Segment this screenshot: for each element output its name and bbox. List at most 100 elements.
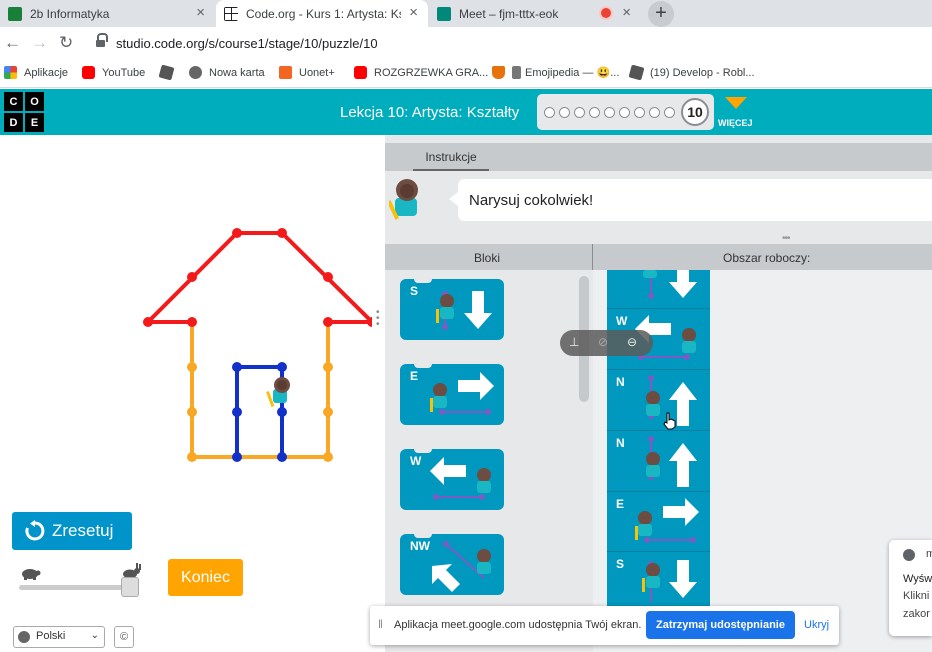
bookmark-develop[interactable]: (19) Develop - Robl... bbox=[628, 64, 755, 81]
tab-classroom[interactable]: 2b Informatyka × bbox=[0, 0, 215, 27]
arrow-left-icon bbox=[430, 457, 491, 500]
program-block-south[interactable] bbox=[607, 270, 710, 308]
bookmark-rozgrzewka[interactable]: ROZGRZEWKA GRA... bbox=[354, 66, 488, 79]
tab-codeorg[interactable]: Code.org - Kurs 1: Artysta: Kształ × bbox=[216, 0, 428, 27]
tab-title: Code.org - Kurs 1: Artysta: Kształ bbox=[246, 6, 401, 21]
program-block-south[interactable]: S bbox=[607, 552, 710, 606]
close-icon[interactable]: × bbox=[622, 4, 631, 21]
bookmark-label: Uonet+ bbox=[299, 66, 335, 79]
uonet-icon bbox=[279, 66, 292, 79]
address-bar: ← → ↻ studio.code.org/s/course1/stage/10… bbox=[0, 27, 932, 61]
chrome-notification[interactable]: m Wyśw Klikni zakor bbox=[889, 540, 932, 636]
reset-icon bbox=[25, 520, 45, 541]
speed-slider-thumb[interactable] bbox=[121, 577, 139, 597]
more-label[interactable]: WIĘCEJ bbox=[718, 118, 753, 128]
workspace-header bbox=[385, 244, 932, 270]
program-block-north[interactable]: N bbox=[607, 431, 710, 491]
arrow-up-icon bbox=[646, 375, 697, 426]
classroom-icon bbox=[8, 6, 22, 21]
back-icon[interactable]: ← bbox=[4, 33, 21, 53]
arrow-right-icon bbox=[430, 372, 494, 415]
finish-button[interactable]: Koniec bbox=[168, 559, 243, 596]
red-roof-lines bbox=[143, 231, 377, 324]
tab-meet[interactable]: Meet – fjm-tttx-eok × bbox=[429, 0, 641, 27]
notification-body: zakor bbox=[903, 608, 930, 620]
artist-avatar-icon bbox=[389, 179, 418, 220]
tab-title: 2b Informatyka bbox=[30, 6, 110, 21]
speed-slider[interactable] bbox=[19, 585, 137, 590]
bookmark-emojipedia[interactable]: Emojipedia — 😃... bbox=[512, 66, 619, 79]
resize-dots[interactable]: ••• bbox=[782, 233, 790, 244]
drag-handle-icon[interactable]: ‖ bbox=[378, 617, 383, 631]
block-west[interactable]: W bbox=[400, 448, 504, 510]
block-northwest[interactable]: NW bbox=[400, 533, 504, 595]
share-message: Aplikacja meet.google.com udostępnia Twó… bbox=[394, 619, 642, 631]
bookmark-shield[interactable] bbox=[492, 66, 512, 79]
chrome-icon bbox=[903, 549, 915, 561]
recording-icon bbox=[601, 8, 611, 18]
artist-canvas bbox=[12, 147, 377, 505]
program-block-north[interactable]: N bbox=[607, 370, 710, 430]
stop-sharing-button[interactable]: Zatrzymaj udostępnianie bbox=[646, 611, 795, 639]
close-icon[interactable]: × bbox=[409, 4, 418, 21]
bookmarks-bar: Aplikacje YouTube Nowa karta Uonet+ ROZG… bbox=[0, 61, 932, 88]
puzzle-dot[interactable] bbox=[544, 107, 555, 118]
current-puzzle-bubble[interactable]: 10 bbox=[681, 98, 709, 126]
new-tab-button[interactable]: + bbox=[648, 1, 674, 27]
youtube-icon bbox=[82, 66, 95, 79]
puzzle-dot[interactable] bbox=[664, 107, 675, 118]
orange-walls-lines bbox=[190, 322, 330, 459]
url-field[interactable]: studio.code.org/s/course1/stage/10/puzzl… bbox=[116, 36, 378, 51]
forward-icon[interactable]: → bbox=[31, 33, 48, 53]
hide-button[interactable]: Ukryj bbox=[804, 619, 829, 631]
reset-button[interactable]: Zresetuj bbox=[12, 512, 132, 550]
reset-label: Zresetuj bbox=[52, 521, 114, 540]
pin-icon[interactable]: ⊥ bbox=[569, 335, 579, 349]
chevron-down-icon: ⌄ bbox=[90, 630, 99, 641]
codeorg-logo[interactable]: C O D E bbox=[4, 92, 44, 132]
puzzle-dot[interactable] bbox=[574, 107, 585, 118]
bookmark-label: Emojipedia — 😃... bbox=[525, 67, 620, 79]
block-east[interactable]: E bbox=[400, 363, 504, 425]
logo-letter: C bbox=[4, 92, 23, 111]
youtube-icon bbox=[354, 66, 367, 79]
reload-icon[interactable]: ↻ bbox=[59, 33, 73, 53]
browser-tab-bar: 2b Informatyka × Code.org - Kurs 1: Arty… bbox=[0, 0, 932, 27]
close-icon[interactable]: × bbox=[196, 4, 205, 21]
hide-self-icon[interactable]: ⊘ bbox=[598, 335, 608, 349]
puzzle-dot[interactable] bbox=[649, 107, 660, 118]
bookmark-roblox[interactable] bbox=[158, 64, 180, 81]
lesson-title[interactable]: Lekcja 10: Artysta: Kształty bbox=[340, 104, 519, 121]
arrow-right-icon bbox=[635, 498, 699, 543]
tab-title: Meet – fjm-tttx-eok bbox=[459, 6, 559, 21]
puzzle-dot[interactable] bbox=[604, 107, 615, 118]
arrow-up-left-icon bbox=[432, 541, 491, 592]
copyright-button[interactable]: © bbox=[114, 626, 134, 648]
bookmark-new-tab[interactable]: Nowa karta bbox=[189, 66, 265, 79]
orange-vertices bbox=[187, 362, 333, 462]
program-block-east[interactable]: E bbox=[607, 492, 710, 552]
instruction-bubble: Narysuj cokolwiek! bbox=[449, 179, 932, 221]
globe-icon bbox=[189, 66, 202, 79]
roblox-icon bbox=[628, 64, 645, 81]
puzzle-dot[interactable] bbox=[634, 107, 645, 118]
language-value: Polski bbox=[36, 630, 66, 642]
notification-title: Wyśw bbox=[903, 573, 932, 585]
bookmark-youtube[interactable]: YouTube bbox=[82, 66, 145, 79]
bookmark-uonet[interactable]: Uonet+ bbox=[279, 66, 335, 79]
block-south[interactable]: S bbox=[400, 278, 504, 340]
puzzle-dot[interactable] bbox=[619, 107, 630, 118]
language-select[interactable]: Polski ⌄ bbox=[13, 626, 105, 648]
puzzle-dot[interactable] bbox=[589, 107, 600, 118]
tab-instructions[interactable]: Instrukcje bbox=[413, 150, 489, 171]
logo-letter: D bbox=[4, 113, 23, 132]
drawing-svg bbox=[143, 228, 377, 462]
notification-body: Klikni bbox=[903, 590, 930, 602]
arrow-up-icon bbox=[646, 436, 697, 487]
puzzle-dot[interactable] bbox=[559, 107, 570, 118]
minimize-icon[interactable]: ⊖ bbox=[627, 335, 637, 349]
panel-resize-grip[interactable]: • • • bbox=[376, 308, 380, 330]
floating-meet-toolbar: ⊥ ⊘ ⊖ bbox=[560, 330, 653, 356]
bookmark-apps[interactable]: Aplikacje bbox=[4, 66, 68, 79]
more-caret-icon[interactable] bbox=[725, 97, 747, 109]
